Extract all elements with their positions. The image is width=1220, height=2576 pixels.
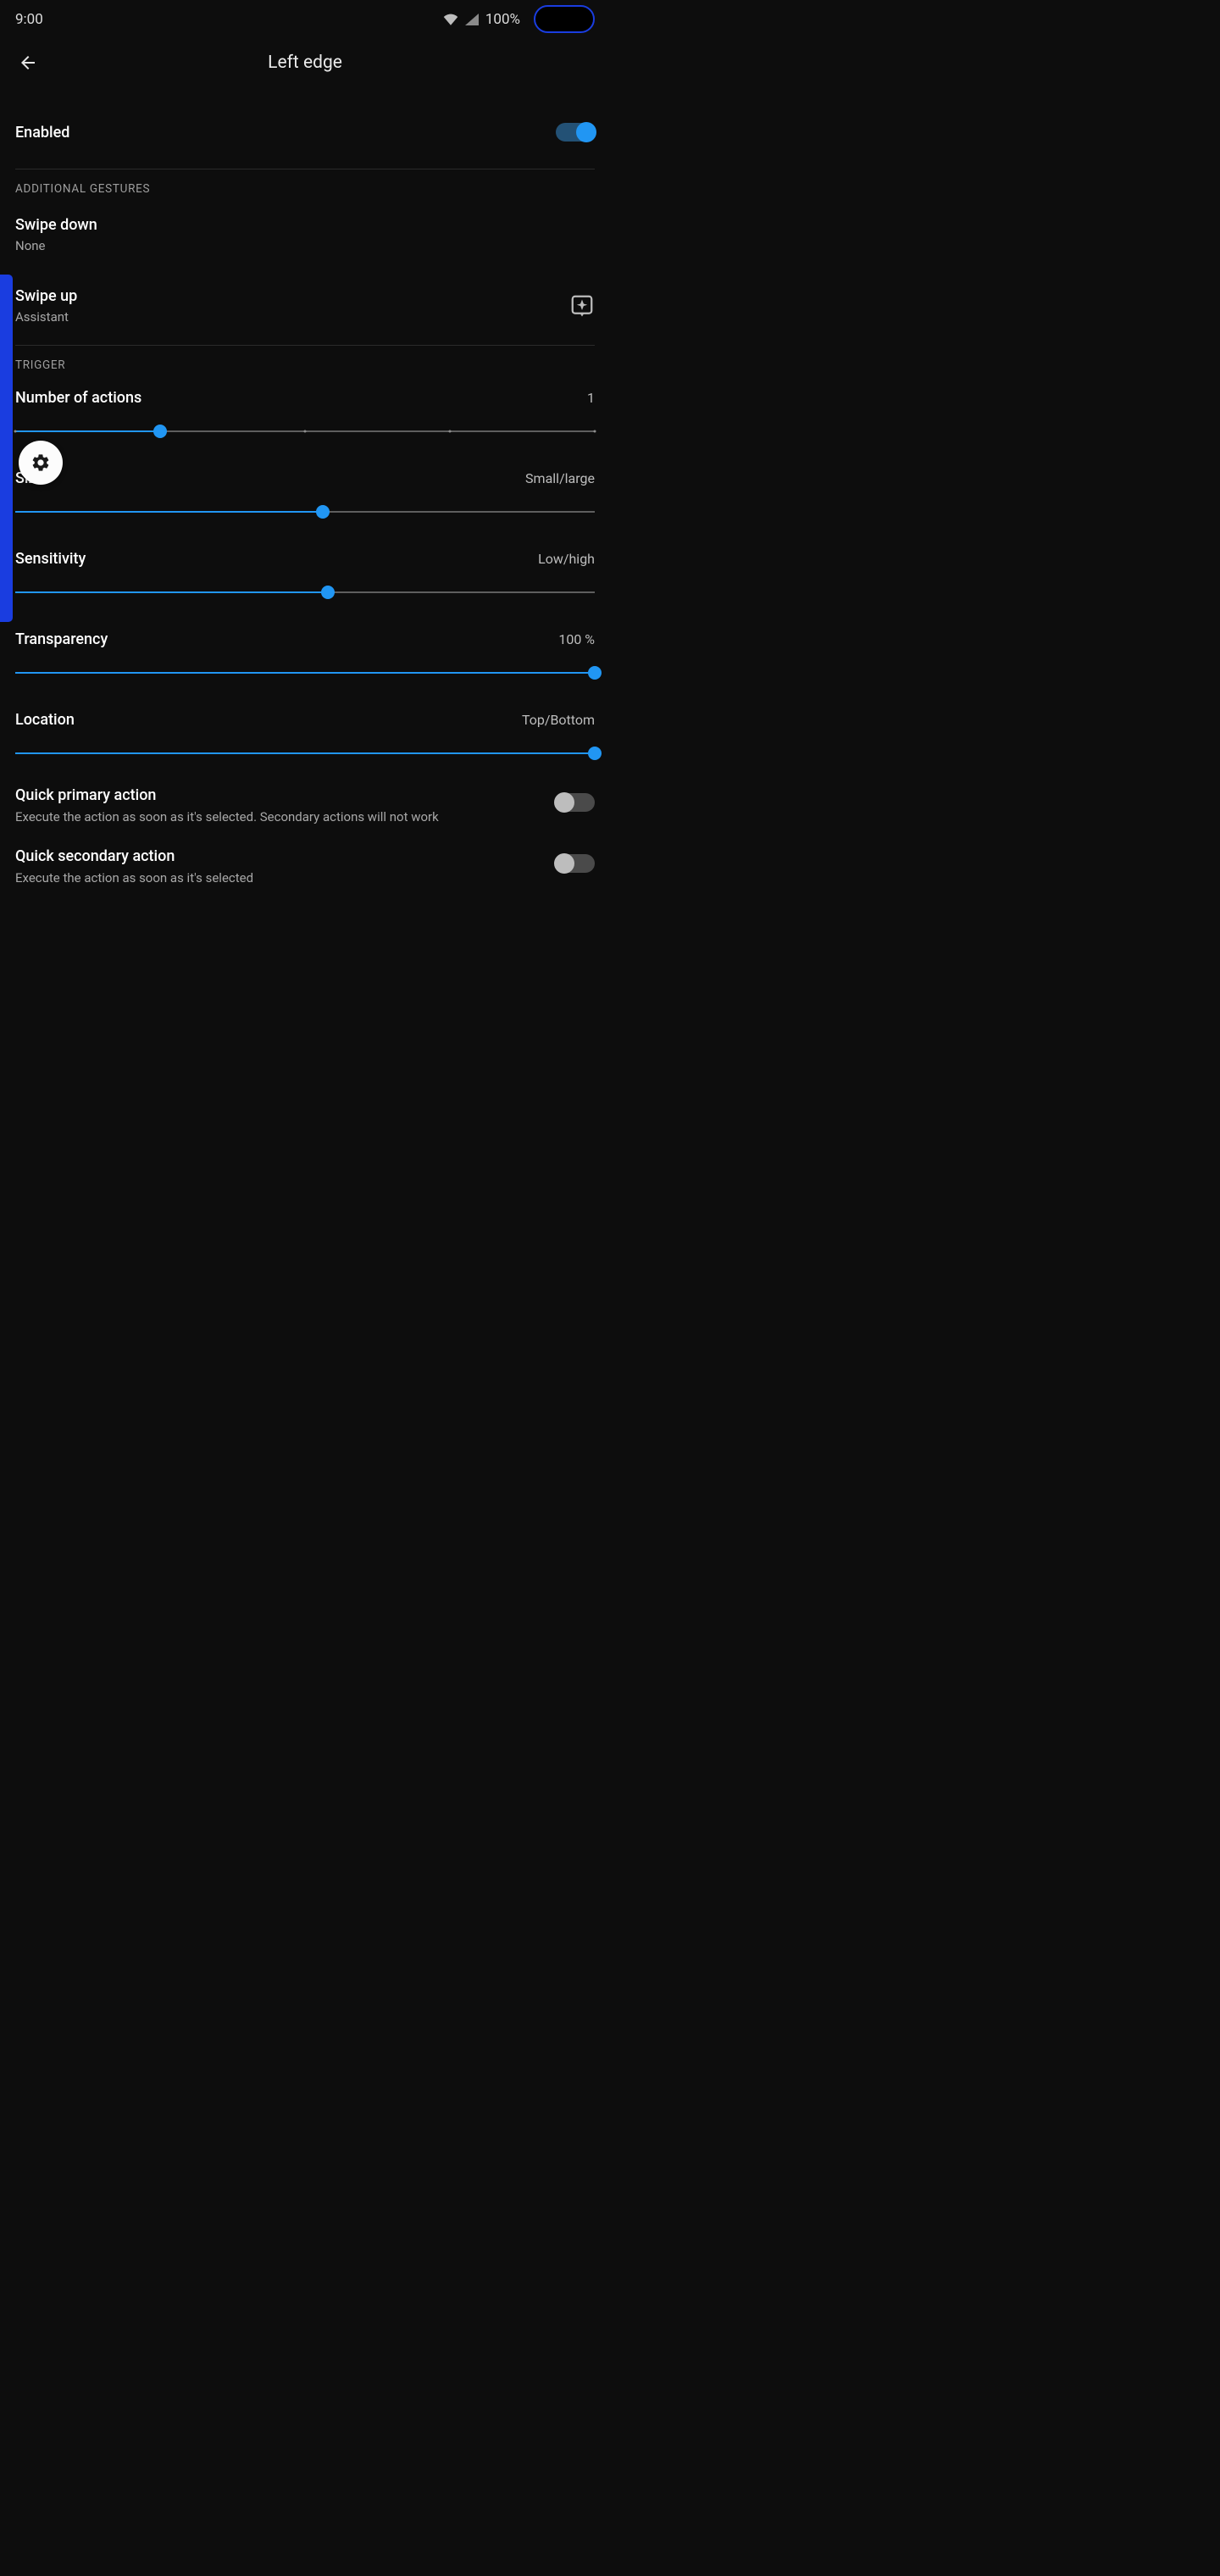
location-slider-row: Location Top/Bottom	[0, 701, 610, 764]
quick-primary-title: Quick primary action	[15, 786, 542, 804]
swipe-down-value: None	[15, 238, 595, 253]
page-title: Left edge	[268, 53, 342, 73]
enabled-label: Enabled	[15, 124, 69, 142]
wifi-icon	[443, 14, 458, 25]
actions-slider[interactable]	[15, 422, 595, 441]
location-value: Top/Bottom	[522, 712, 595, 728]
gear-icon	[30, 452, 51, 473]
back-button[interactable]	[15, 50, 41, 75]
battery-text: 100%	[485, 11, 520, 28]
app-header: Left edge	[0, 38, 610, 87]
section-trigger: TRIGGER	[0, 346, 610, 379]
sensitivity-slider-row: Sensitivity Low/high	[0, 540, 610, 603]
actions-value: 1	[587, 390, 595, 406]
edge-trigger-indicator[interactable]	[0, 275, 13, 622]
quick-secondary-toggle[interactable]	[556, 854, 595, 873]
assistant-icon	[569, 293, 595, 319]
swipe-up-row[interactable]: Swipe up Assistant	[0, 274, 610, 338]
size-slider[interactable]	[15, 502, 595, 521]
quick-primary-row[interactable]: Quick primary action Execute the action …	[0, 774, 610, 836]
quick-secondary-desc: Execute the action as soon as it's selec…	[15, 869, 542, 886]
transparency-value: 100 %	[558, 631, 595, 647]
actions-title: Number of actions	[15, 389, 141, 407]
swipe-down-row[interactable]: Swipe down None	[0, 203, 610, 267]
sensitivity-value: Low/high	[538, 551, 595, 567]
transparency-title: Transparency	[15, 630, 108, 648]
status-right: 100%	[443, 5, 595, 33]
actions-slider-row: Number of actions 1	[0, 379, 610, 442]
section-gestures: ADDITIONAL GESTURES	[0, 169, 610, 203]
transparency-slider-row: Transparency 100 %	[0, 620, 610, 684]
location-slider[interactable]	[15, 744, 595, 763]
swipe-up-title: Swipe up	[15, 287, 569, 305]
size-slider-row: Size Small/large	[0, 459, 610, 523]
sensitivity-title: Sensitivity	[15, 550, 86, 568]
gear-fab[interactable]	[19, 441, 63, 485]
status-time: 9:00	[15, 11, 43, 28]
location-title: Location	[15, 711, 75, 729]
swipe-down-title: Swipe down	[15, 216, 595, 234]
quick-primary-toggle[interactable]	[556, 793, 595, 812]
sensitivity-slider[interactable]	[15, 583, 595, 602]
size-value: Small/large	[525, 470, 595, 486]
enabled-toggle[interactable]	[556, 123, 595, 142]
quick-secondary-row[interactable]: Quick secondary action Execute the actio…	[0, 836, 610, 897]
status-pill	[534, 5, 595, 33]
swipe-up-value: Assistant	[15, 309, 569, 325]
quick-primary-desc: Execute the action as soon as it's selec…	[15, 808, 542, 825]
enabled-row[interactable]: Enabled	[0, 111, 610, 153]
signal-icon	[465, 14, 479, 25]
quick-secondary-title: Quick secondary action	[15, 847, 542, 865]
status-bar: 9:00 100%	[0, 0, 610, 38]
transparency-slider[interactable]	[15, 663, 595, 682]
